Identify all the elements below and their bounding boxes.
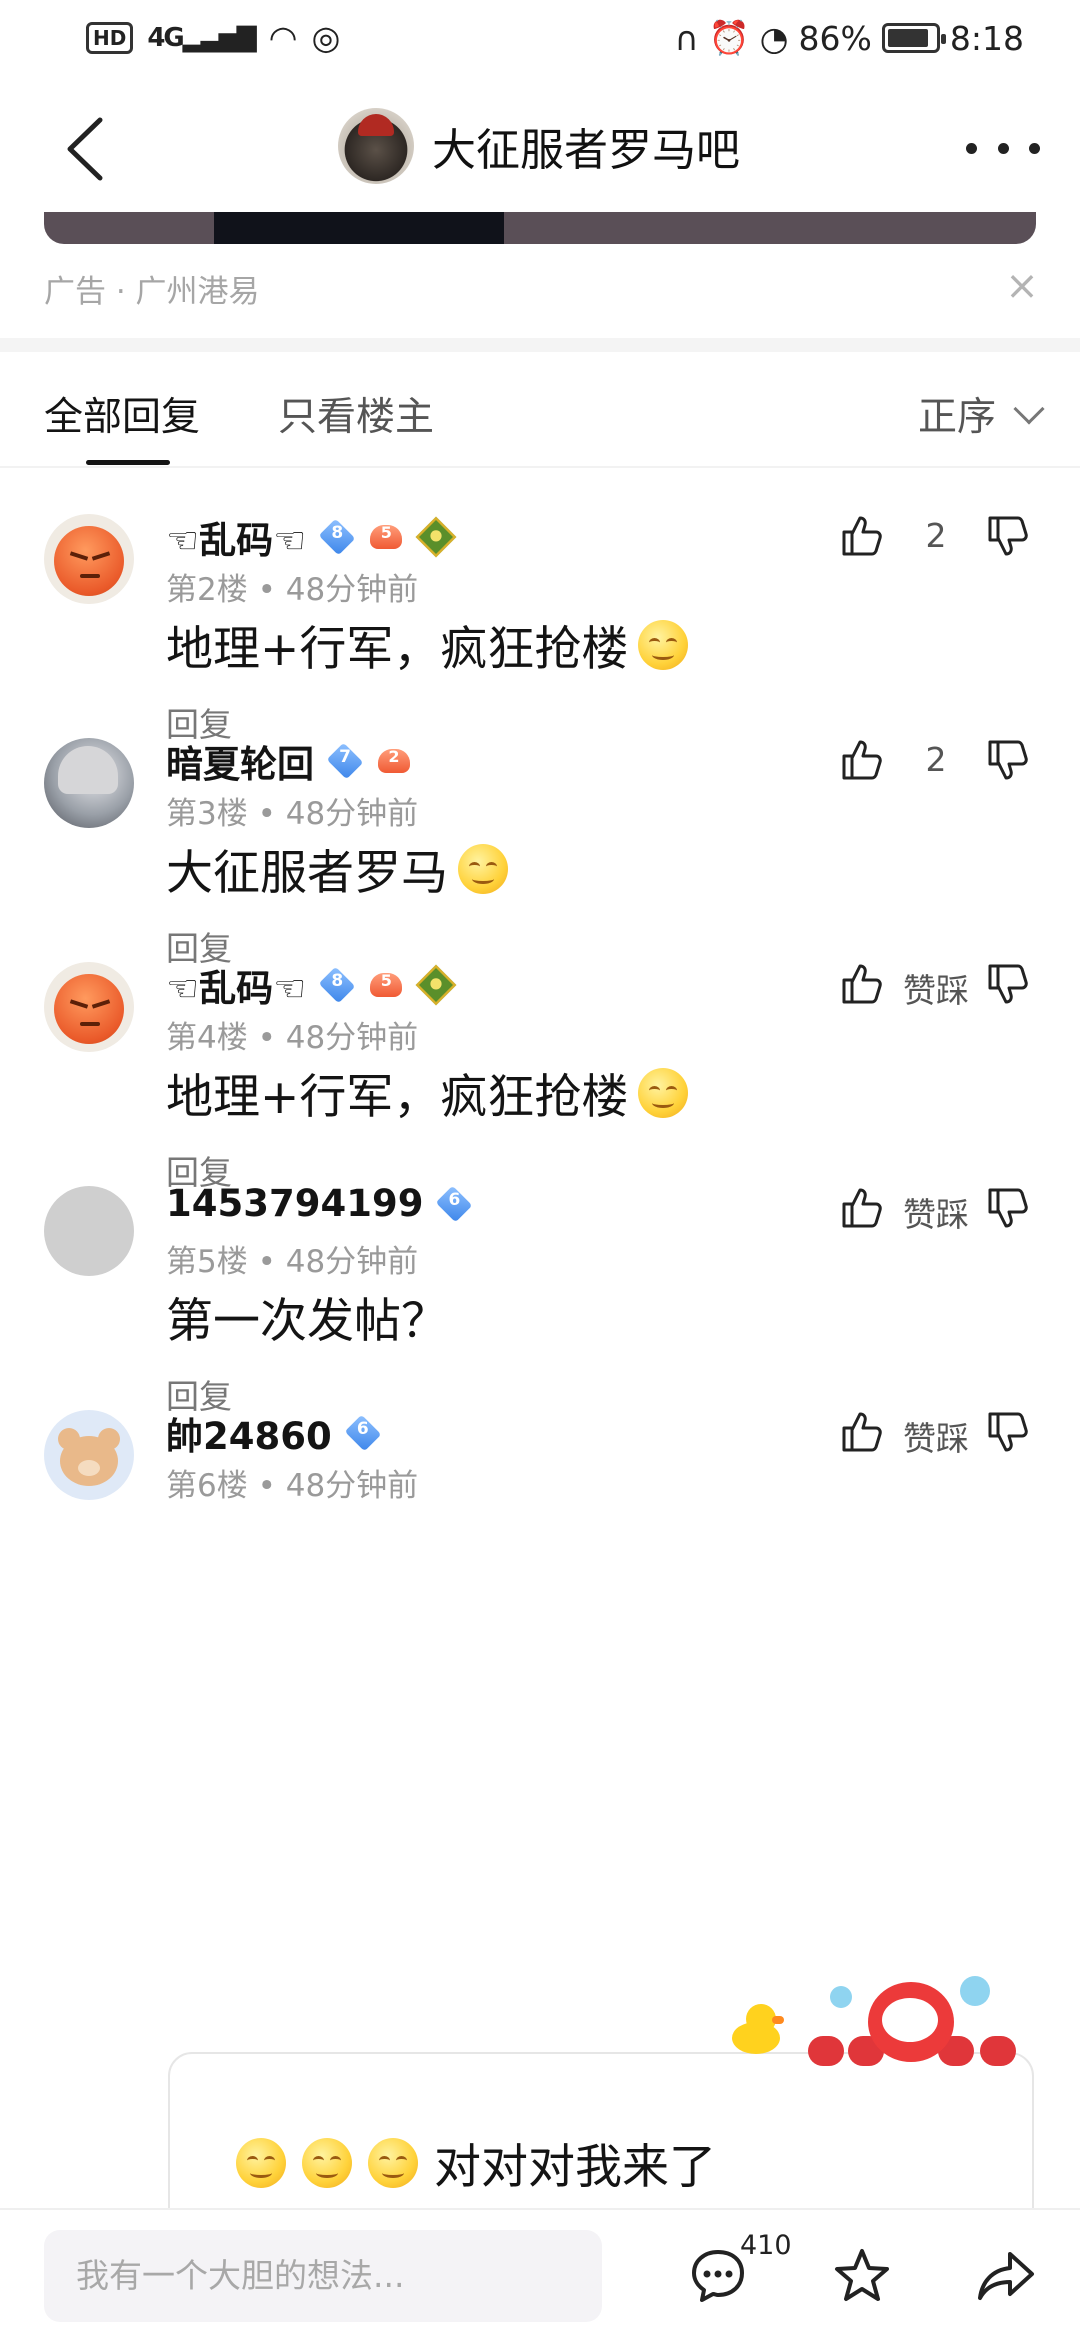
reply-content: 第一次发帖？ [166,1294,448,1349]
smile-emoji-icon [458,843,508,894]
bottom-bar: 我有一个大胆的想法... 410 [0,2208,1080,2340]
forum-avatar[interactable] [338,108,414,184]
page: HD 4G▂▃▅▇ ◠ ◎ ∩ ⏰ ◔ 86% 8:18 大征服者罗马吧 广告 … [0,0,1080,2340]
thumbs-down-icon[interactable] [986,1186,1030,1230]
vote-label: 赞踩 [903,1419,969,1458]
reply-content: 地理+行军，疯狂抢楼 [166,610,689,679]
floor-meta: 第4楼 • 48分钟前 [166,1020,419,1056]
thumbs-up-icon[interactable] [840,1410,884,1454]
level-badge-icon: 8 [319,518,356,556]
status-bar: HD 4G▂▃▅▇ ◠ ◎ ∩ ⏰ ◔ 86% 8:18 [0,0,1080,84]
forum-title[interactable]: 大征服者罗马吧 [432,114,740,178]
floor-meta: 第6楼 • 48分钟前 [166,1468,419,1504]
like-count: 2 [925,516,947,555]
avatar[interactable] [44,1410,134,1500]
like-count: 2 [925,740,947,779]
smile-emoji-icon [368,2137,418,2188]
avatar[interactable] [44,962,134,1052]
signal-icon: 4G▂▃▅▇ [147,22,256,53]
ad-banner-image[interactable] [44,212,1036,244]
more-options-icon[interactable] [966,128,1040,168]
duck-sticker-icon [728,2004,784,2054]
vote-label: 赞踩 [903,971,969,1010]
level-badge-icon: 7 [326,742,364,780]
tab-active-indicator [86,460,170,465]
level-badge-icon: 6 [436,1185,473,1222]
smile-emoji-icon [302,2137,352,2188]
medal-badge-icon [415,964,457,1006]
username[interactable]: ☜乱码☜ [166,510,306,564]
thumbs-up-icon[interactable] [840,962,884,1006]
username[interactable]: 1453794199 [166,1182,423,1225]
vote-label: 赞踩 [903,1195,969,1234]
reply-item: 帥24860 6 第6楼 • 48分钟前 赞踩 [0,1366,1080,1700]
chevron-down-icon [1013,393,1045,425]
avatar[interactable] [44,514,134,604]
thumbs-down-icon[interactable] [986,1410,1030,1454]
level-badge-icon: 6 [344,1414,382,1452]
smile-emoji-icon [638,619,689,670]
thumbs-up-icon[interactable] [840,514,884,558]
smile-emoji-icon [638,1067,689,1118]
sort-label: 正序 [917,395,996,440]
forum-header[interactable]: 大征服者罗马吧 [338,108,740,184]
close-ad-icon[interactable]: × [1000,264,1044,308]
sort-dropdown[interactable]: 正序 [917,386,1045,442]
reply-content: 大征服者罗马 [166,834,508,903]
username[interactable]: 暗夏轮回 [166,734,314,788]
battery-icon [881,23,946,53]
level-badge-icon: 8 [319,966,356,1004]
username[interactable]: 帥24860 [166,1406,332,1460]
octopus-sticker-icon [808,1976,1028,2076]
reply-content: 地理+行军，疯狂抢楼 [166,1058,689,1127]
comment-count: 410 [740,2230,792,2261]
tab-owner-only[interactable]: 只看楼主 [278,386,434,442]
thumbs-down-icon[interactable] [986,738,1030,782]
floor-meta: 第5楼 • 48分钟前 [166,1244,419,1280]
gamepad-badge-icon: 5 [368,519,404,555]
medal-badge-icon [415,516,457,558]
thumbs-down-icon[interactable] [986,514,1030,558]
clock: 8:18 [949,18,1024,58]
thumbs-up-icon[interactable] [840,1186,884,1230]
back-arrow-icon[interactable] [56,114,116,184]
hd-icon: HD [86,21,134,54]
reply-tabs: 全部回复 只看楼主 正序 [0,352,1080,468]
section-divider [0,338,1080,352]
username[interactable]: ☜乱码☜ [166,958,306,1012]
headset-icon: ∩ [674,18,699,58]
speed-icon: ◔ [759,18,789,58]
smile-emoji-icon [236,2137,286,2188]
wifi-icon: ◠ [268,18,298,57]
comment-input[interactable]: 我有一个大胆的想法... [44,2230,602,2322]
gamepad-badge-icon: 5 [368,967,404,1003]
thumbs-down-icon[interactable] [986,962,1030,1006]
tab-all-replies[interactable]: 全部回复 [44,386,200,442]
battery-percent: 86% [798,18,872,58]
gamepad-badge-icon: 2 [376,743,412,779]
comment-icon[interactable] [688,2246,748,2306]
avatar[interactable] [44,1186,134,1276]
floor-meta: 第2楼 • 48分钟前 [166,572,419,608]
ad-label: 广告 · 广州港易 [44,274,260,310]
floor-meta: 第3楼 • 48分钟前 [166,796,419,832]
alarm-icon: ⏰ [708,18,750,57]
star-favorite-icon[interactable] [832,2246,892,2306]
thumbs-up-icon[interactable] [840,738,884,782]
sync-icon: ◎ [311,18,341,57]
card-text: 对对对我来了 [434,2140,716,2195]
avatar[interactable] [44,738,134,828]
top-nav: 大征服者罗马吧 [0,84,1080,212]
share-icon[interactable] [976,2246,1036,2306]
